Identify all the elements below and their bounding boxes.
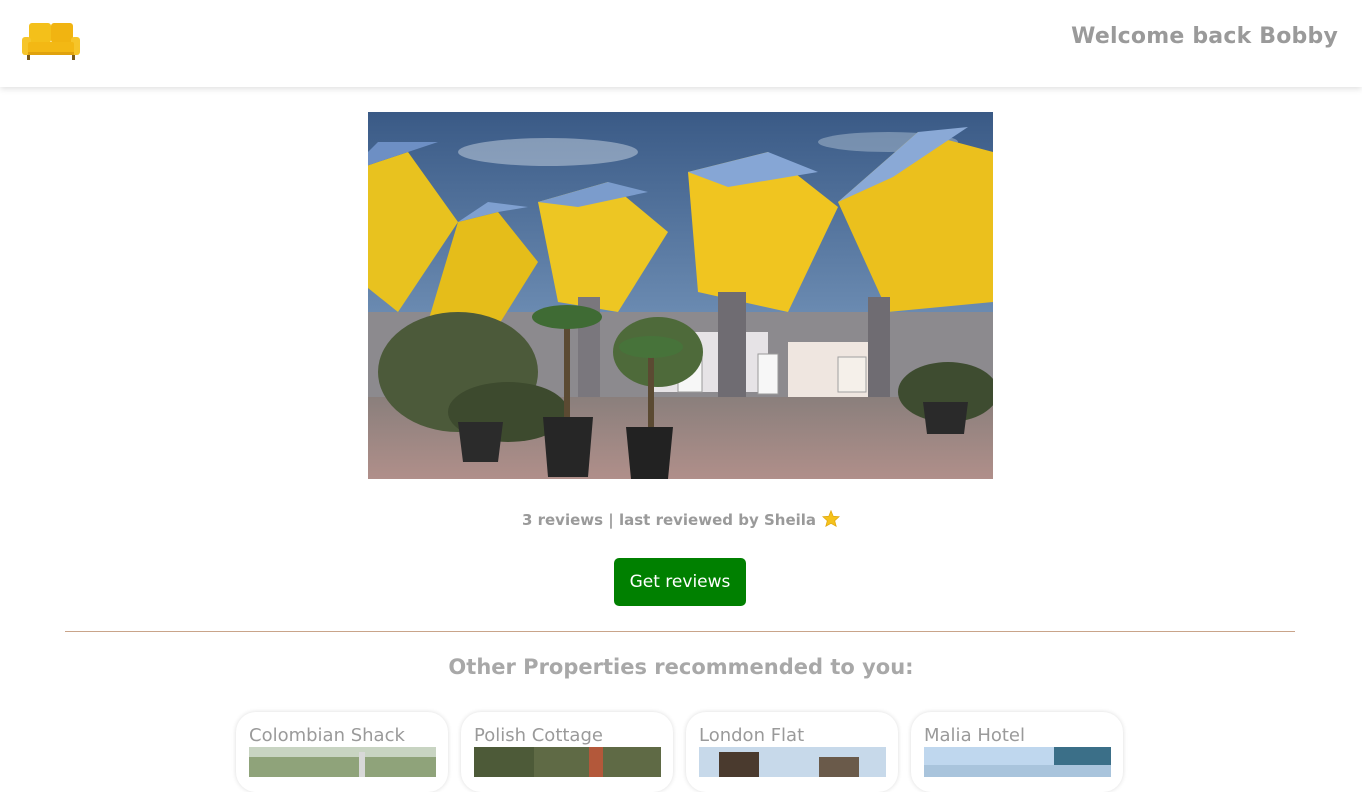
property-card-image	[699, 747, 886, 777]
property-card[interactable]: London Flat	[686, 712, 898, 792]
star-icon	[822, 509, 841, 531]
property-card[interactable]: Colombian Shack	[236, 712, 448, 792]
get-reviews-button[interactable]: Get reviews	[614, 558, 746, 606]
recommendations-list: Colombian Shack Polish Cottage London Fl…	[236, 712, 1136, 792]
property-card-image	[474, 747, 661, 777]
property-card-title: London Flat	[699, 725, 805, 746]
property-card-image	[249, 747, 436, 777]
property-card-title: Colombian Shack	[249, 725, 405, 746]
property-card[interactable]: Malia Hotel	[911, 712, 1123, 792]
property-card-title: Malia Hotel	[924, 725, 1025, 746]
property-card-title: Polish Cottage	[474, 725, 603, 746]
property-photo	[368, 112, 993, 479]
sofa-logo-icon[interactable]	[22, 23, 80, 61]
recommendations-title: Other Properties recommended to you:	[448, 655, 914, 679]
welcome-message: Welcome back Bobby	[1071, 24, 1338, 49]
top-header: Welcome back Bobby	[0, 0, 1362, 87]
review-summary-text: 3 reviews | last reviewed by Sheila	[521, 511, 817, 529]
property-card[interactable]: Polish Cottage	[461, 712, 673, 792]
property-card-image	[924, 747, 1111, 777]
section-divider	[65, 631, 1295, 632]
review-summary: 3 reviews | last reviewed by Sheila	[0, 509, 1362, 531]
